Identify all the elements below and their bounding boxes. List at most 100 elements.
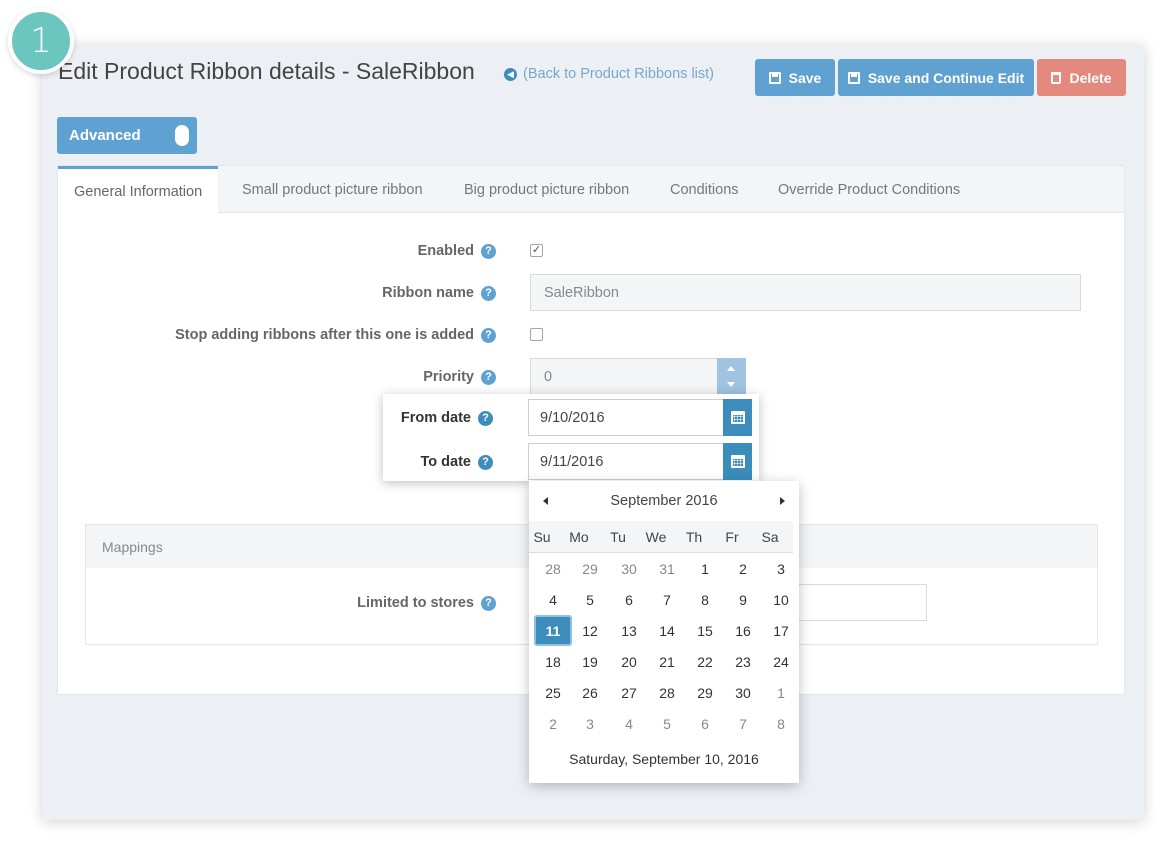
calendar-day[interactable]: 17 [762, 615, 800, 646]
ribbon-name-label-text: Ribbon name [382, 285, 474, 301]
delete-button[interactable]: Delete [1037, 59, 1126, 96]
back-link[interactable]: ◀ (Back to Product Ribbons list) [504, 66, 714, 82]
calendar-day[interactable]: 7 [724, 708, 762, 739]
calendar-day[interactable]: 4 [534, 584, 572, 615]
calendar-day[interactable]: 25 [534, 677, 572, 708]
calendar-day[interactable]: 29 [686, 677, 724, 708]
calendar-day[interactable]: 7 [648, 584, 686, 615]
tab-big-picture-ribbon[interactable]: Big product picture ribbon [464, 166, 629, 213]
date-picker-month[interactable]: September 2016 [610, 493, 717, 509]
delete-button-label: Delete [1069, 69, 1112, 86]
stop-adding-checkbox[interactable] [530, 328, 543, 341]
calendar-day[interactable]: 1 [686, 553, 724, 584]
calendar-day[interactable]: 5 [571, 584, 609, 615]
calendar-day[interactable]: 28 [534, 553, 572, 584]
trash-icon [1051, 71, 1062, 84]
calendar-day[interactable]: 23 [724, 646, 762, 677]
calendar-day[interactable]: 3 [762, 553, 800, 584]
date-picker-footer[interactable]: Saturday, September 10, 2016 [529, 745, 799, 773]
tab-bar: General Information Small product pictur… [58, 166, 1124, 214]
weekday-label: Fr [725, 528, 739, 545]
weekday-label: Tu [610, 528, 626, 545]
tab-conditions[interactable]: Conditions [670, 166, 739, 213]
weekday-label: Sa [761, 528, 779, 545]
date-picker-header: September 2016 [529, 481, 799, 521]
to-date-calendar-button[interactable] [723, 443, 752, 480]
help-icon[interactable]: ? [481, 595, 496, 611]
help-icon[interactable]: ? [481, 243, 496, 259]
tab-general-information[interactable]: General Information [58, 166, 218, 214]
help-icon[interactable]: ? [481, 327, 496, 343]
caret-up-icon[interactable] [727, 366, 735, 371]
calendar-day[interactable]: 26 [571, 677, 609, 708]
calendar-day[interactable]: 24 [762, 646, 800, 677]
calendar-day[interactable]: 31 [648, 553, 686, 584]
date-picker: September 2016 Su Mo Tu We Th Fr Sa 28 29 30 31 1 2… [529, 481, 799, 783]
tab-small-picture-ribbon[interactable]: Small product picture ribbon [242, 166, 423, 213]
calendar-day[interactable]: 30 [724, 677, 762, 708]
from-date-label-text: From date [400, 410, 471, 426]
calendar-day[interactable]: 15 [686, 615, 724, 646]
calendar-day[interactable]: 21 [648, 646, 686, 677]
calendar-day[interactable]: 20 [610, 646, 648, 677]
from-date-input[interactable]: 9/10/2016 [528, 399, 724, 436]
calendar-day[interactable]: 22 [686, 646, 724, 677]
calendar-day[interactable]: 16 [724, 615, 762, 646]
priority-input[interactable]: 0 [530, 358, 718, 395]
calendar-day[interactable]: 28 [648, 677, 686, 708]
toggle-knob [175, 125, 189, 146]
help-icon[interactable]: ? [478, 410, 493, 426]
calendar-day[interactable]: 2 [724, 553, 762, 584]
calendar-day[interactable]: 14 [648, 615, 686, 646]
advanced-toggle[interactable]: Advanced [57, 117, 197, 154]
to-date-label: To date ? [383, 452, 493, 472]
calendar-day[interactable]: 4 [610, 708, 648, 739]
back-link-label: (Back to Product Ribbons list) [523, 66, 714, 82]
from-date-calendar-button[interactable] [723, 399, 752, 436]
limited-to-stores-label-text: Limited to stores [357, 595, 474, 611]
to-date-input[interactable]: 9/11/2016 [528, 443, 724, 480]
weekday-label: Mo [569, 528, 589, 545]
calendar-day[interactable]: 19 [571, 646, 609, 677]
calendar-day[interactable]: 27 [610, 677, 648, 708]
next-month-icon[interactable] [780, 497, 785, 505]
calendar-day[interactable]: 8 [762, 708, 800, 739]
help-icon[interactable]: ? [478, 454, 493, 470]
weekday-label: Th [685, 528, 703, 545]
calendar-day[interactable]: 12 [571, 615, 609, 646]
ribbon-name-label: Ribbon name ? [150, 283, 496, 303]
calendar-day[interactable]: 5 [648, 708, 686, 739]
help-icon[interactable]: ? [481, 369, 496, 385]
calendar-day[interactable]: 30 [610, 553, 648, 584]
calendar-day[interactable]: 9 [724, 584, 762, 615]
stop-adding-label-text: Stop adding ribbons after this one is ad… [175, 327, 474, 343]
help-icon[interactable]: ? [481, 285, 496, 301]
enabled-label-text: Enabled [417, 243, 474, 259]
floppy-icon [847, 71, 860, 84]
enabled-checkbox[interactable]: ✓ [530, 244, 543, 257]
save-button[interactable]: Save [755, 59, 835, 96]
floppy-icon [768, 71, 781, 84]
calendar-day[interactable]: 6 [610, 584, 648, 615]
calendar-day[interactable]: 8 [686, 584, 724, 615]
save-continue-button[interactable]: Save and Continue Edit [838, 59, 1034, 96]
calendar-day[interactable]: 2 [534, 708, 572, 739]
step-badge: 1 [8, 8, 74, 74]
calendar-icon [730, 411, 745, 424]
calendar-day[interactable]: 29 [571, 553, 609, 584]
save-button-label: Save [788, 69, 822, 86]
stop-adding-label: Stop adding ribbons after this one is ad… [150, 325, 496, 345]
prev-month-icon[interactable] [543, 497, 548, 505]
calendar-day[interactable]: 6 [686, 708, 724, 739]
calendar-day[interactable]: 18 [534, 646, 572, 677]
tab-override-product-conditions[interactable]: Override Product Conditions [778, 166, 960, 213]
calendar-day[interactable]: 1 [762, 677, 800, 708]
caret-down-icon[interactable] [727, 382, 735, 387]
calendar-day[interactable]: 13 [610, 615, 648, 646]
priority-stepper[interactable] [717, 358, 746, 395]
limited-to-stores-label: Limited to stores ? [150, 593, 496, 613]
calendar-day[interactable]: 10 [762, 584, 800, 615]
calendar-day[interactable]: 3 [571, 708, 609, 739]
ribbon-name-input[interactable]: SaleRibbon [530, 274, 1081, 311]
calendar-day[interactable]: 11 [534, 615, 572, 646]
